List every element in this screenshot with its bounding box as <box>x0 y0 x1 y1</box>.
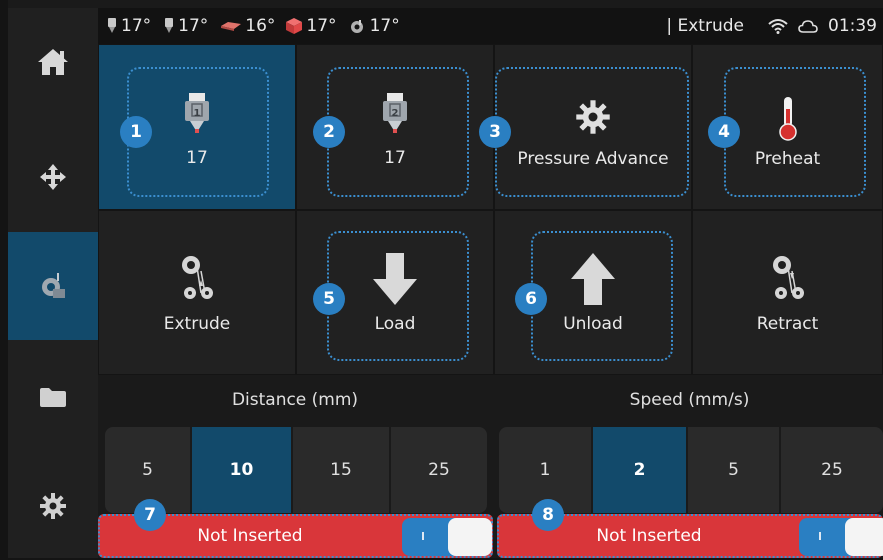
temp-nozzle-1: 17° <box>106 16 151 36</box>
temp-bed: 16° <box>220 16 275 36</box>
extrude-tile[interactable]: Extrude <box>98 210 296 375</box>
unload-tile[interactable]: Unload 6 <box>494 210 692 375</box>
load-label: Load <box>374 314 416 334</box>
pressure-advance-label: Pressure Advance <box>517 149 669 169</box>
sidebar-item-move[interactable] <box>8 123 98 231</box>
temp-chamber: 17° <box>285 16 337 36</box>
tour-badge: 4 <box>708 116 740 148</box>
distance-option-25[interactable]: 25 <box>391 427 487 513</box>
nozzle-1-icon <box>108 18 116 33</box>
heated-bed-icon <box>221 22 242 31</box>
filament-sensor-1-toggle[interactable] <box>402 518 492 556</box>
home-icon <box>38 49 68 75</box>
chamber-icon <box>286 18 303 34</box>
tool-1-number: 1 <box>193 108 201 119</box>
speed-option-5[interactable]: 5 <box>688 427 779 513</box>
status-bar: 17° 17° 16° 17° 17° | Extrude 01:39 <box>98 8 883 44</box>
retract-label: Retract <box>756 314 819 334</box>
tool-2-tile[interactable]: 17 2 <box>296 44 494 210</box>
temp-value: 17° <box>306 16 337 36</box>
tool-2-number: 2 <box>391 108 399 119</box>
tour-badge: 5 <box>313 283 345 315</box>
sidebar-item-extrude[interactable] <box>8 232 98 340</box>
tool-1-tile[interactable]: 17 1 <box>98 44 296 210</box>
speed-header: Speed (mm/s) <box>629 390 750 410</box>
preheat-tile[interactable]: Preheat 4 <box>692 44 883 210</box>
fan-icon <box>350 20 363 33</box>
status-right: | Extrude 01:39 <box>666 8 877 44</box>
tour-badge: 1 <box>120 116 152 148</box>
distance-header: Distance (mm) <box>231 390 359 410</box>
nozzle-2-icon <box>165 18 174 33</box>
thermometer-icon <box>778 97 797 141</box>
temp-nozzle-2: 17° <box>163 16 208 36</box>
temp-value: 17° <box>178 16 209 36</box>
temp-value: 17° <box>121 16 152 36</box>
tour-badge: 8 <box>532 499 564 531</box>
clock: 01:39 <box>828 16 877 36</box>
folder-icon <box>40 388 66 407</box>
wifi-icon <box>768 19 788 34</box>
screen-title: | Extrude <box>666 16 744 36</box>
toggle-mark <box>422 532 424 540</box>
retract-gears-icon <box>772 256 804 299</box>
toggle-knob <box>845 518 883 556</box>
temp-aux: 17° <box>349 16 400 36</box>
tour-badge: 3 <box>479 116 511 148</box>
unload-label: Unload <box>563 314 623 334</box>
tour-badge: 2 <box>313 116 345 148</box>
cloud-icon <box>798 20 818 33</box>
retract-tile[interactable]: Retract <box>692 210 883 375</box>
temp-value: 17° <box>369 16 400 36</box>
move-arrows-icon <box>40 164 66 190</box>
load-tile[interactable]: Load 5 <box>296 210 494 375</box>
extrude-gears-icon <box>182 256 213 299</box>
toggle-knob <box>448 518 492 556</box>
pressure-advance-tile[interactable]: Pressure Advance 3 <box>479 44 692 210</box>
extrude-label: Extrude <box>163 314 231 334</box>
tour-badge: 7 <box>134 499 166 531</box>
speed-option-25[interactable]: 25 <box>781 427 883 513</box>
tour-badge: 6 <box>515 283 547 315</box>
gear-icon <box>40 493 66 519</box>
tool-1-temp: 17 <box>186 148 208 168</box>
sidebar <box>8 8 98 558</box>
toggle-mark <box>819 532 821 540</box>
sidebar-item-files[interactable] <box>8 343 98 451</box>
sidebar-item-home[interactable] <box>8 8 98 116</box>
gear-icon <box>576 100 610 134</box>
temp-value: 16° <box>245 16 276 36</box>
extruder-icon <box>42 273 65 298</box>
filament-sensor-2-toggle[interactable] <box>799 518 883 556</box>
arrow-up-icon <box>571 253 615 305</box>
distance-option-15[interactable]: 15 <box>293 427 389 513</box>
distance-option-10[interactable]: 10 <box>192 427 291 513</box>
sidebar-item-settings[interactable] <box>8 452 98 560</box>
tool-2-temp: 17 <box>384 148 406 168</box>
arrow-down-icon <box>373 253 417 305</box>
preheat-label: Preheat <box>754 149 821 169</box>
speed-option-2[interactable]: 2 <box>593 427 686 513</box>
